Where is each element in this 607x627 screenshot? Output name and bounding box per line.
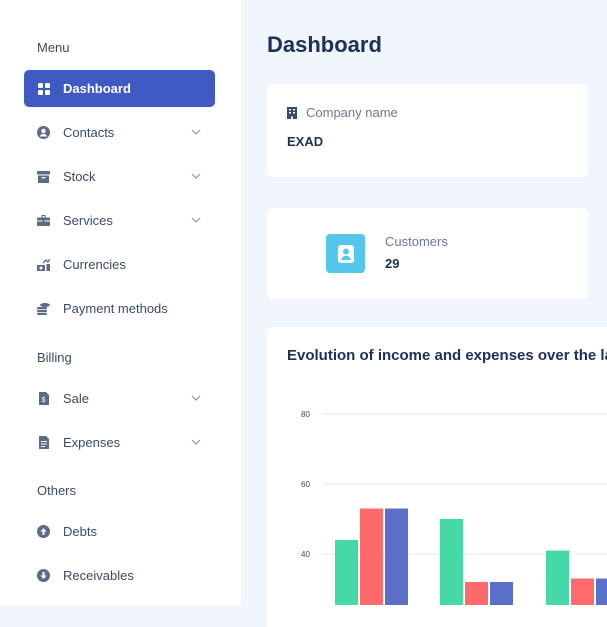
main-content: Dashboard Company name EXAD Customers 29… [241, 0, 607, 627]
user-icon [337, 244, 354, 263]
chart-bar [465, 582, 488, 605]
chevron-down-icon [191, 439, 201, 445]
sidebar-item-currencies[interactable]: Currencies [24, 246, 215, 283]
company-name-value: EXAD [287, 134, 324, 149]
customers-count: 29 [385, 256, 400, 271]
sidebar-item-services[interactable]: Services [24, 202, 215, 239]
sidebar-item-label: Currencies [63, 257, 126, 272]
section-label-others: Others [37, 483, 77, 498]
sidebar-item-label: Sale [63, 391, 90, 406]
chart-card: Evolution of income and expenses over th… [267, 327, 607, 627]
svg-text:$: $ [41, 397, 45, 404]
section-label-menu: Menu [37, 40, 70, 55]
income-expenses-chart: 40 60 80 [301, 410, 607, 605]
section-label-billing: Billing [37, 350, 72, 365]
receipt-icon [37, 436, 50, 449]
sidebar-item-contacts[interactable]: Contacts [24, 114, 215, 151]
sidebar-item-label: Expenses [63, 435, 121, 450]
customers-card: Customers 29 [267, 208, 588, 299]
building-icon [287, 106, 297, 119]
chart-bar [546, 550, 569, 605]
chart-bar [490, 582, 513, 605]
chart-bar [385, 508, 408, 605]
user-circle-icon [37, 126, 50, 139]
sidebar-item-debts[interactable]: Debts [24, 513, 215, 550]
chart-bar [335, 540, 358, 605]
arrow-down-circle-icon [37, 569, 50, 582]
chart-bar [440, 519, 463, 605]
sidebar: Menu Dashboard Contacts Stock Services C… [0, 0, 241, 605]
sidebar-item-label: Debts [63, 524, 97, 539]
customers-tile [326, 234, 365, 273]
toolbox-icon [37, 214, 50, 227]
sidebar-item-label: Dashboard [63, 81, 131, 96]
sidebar-item-label: Payment methods [63, 301, 168, 316]
chevron-down-icon [191, 217, 201, 223]
invoice-icon: $ [37, 392, 50, 405]
y-tick-label: 40 [301, 550, 310, 559]
page-title: Dashboard [267, 32, 382, 57]
sidebar-item-label: Contacts [63, 125, 115, 140]
chart-bar [596, 578, 607, 605]
sidebar-item-payment-methods[interactable]: Payment methods [24, 290, 215, 327]
sidebar-item-stock[interactable]: Stock [24, 158, 215, 195]
chevron-down-icon [191, 129, 201, 135]
sidebar-item-dashboard[interactable]: Dashboard [24, 70, 215, 107]
chevron-down-icon [191, 395, 201, 401]
sidebar-item-expenses[interactable]: Expenses [24, 424, 215, 461]
sidebar-item-label: Receivables [63, 568, 134, 583]
archive-box-icon [37, 170, 50, 183]
coins-icon [37, 302, 50, 315]
sidebar-item-label: Stock [63, 169, 96, 184]
customers-label: Customers [385, 234, 448, 249]
sidebar-item-sale[interactable]: $ Sale [24, 380, 215, 417]
chart-bar [571, 578, 594, 605]
money-chart-icon [37, 258, 50, 271]
sidebar-item-label: Services [63, 213, 113, 228]
y-tick-label: 60 [301, 480, 310, 489]
arrow-up-circle-icon [37, 525, 50, 538]
chevron-down-icon [191, 173, 201, 179]
y-tick-label: 80 [301, 410, 310, 419]
company-label-text: Company name [306, 105, 398, 120]
chart-bar [360, 508, 383, 605]
sidebar-item-receivables[interactable]: Receivables [24, 557, 215, 594]
company-label: Company name [287, 105, 398, 120]
grid-icon [37, 82, 50, 95]
company-card: Company name EXAD [267, 84, 588, 177]
